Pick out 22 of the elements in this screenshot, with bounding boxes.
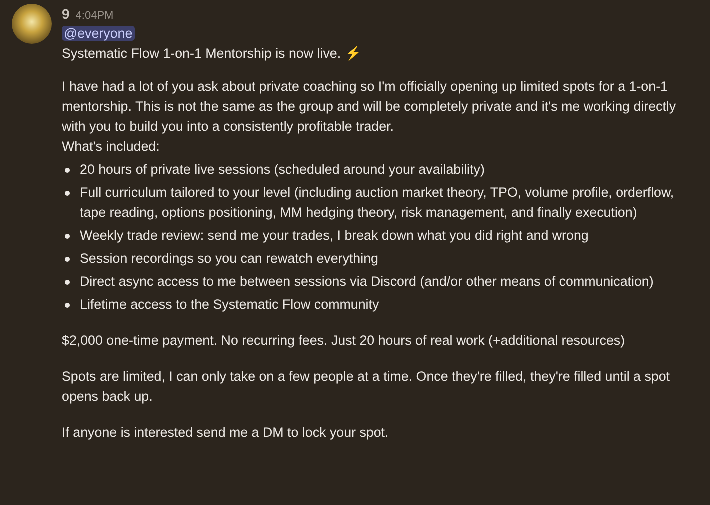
message-text: I have had a lot of you ask about private coaching so I'm officially opening up limited spots for a 1-on-1 mentorship. This is not the same as the group and will be completely private and it's me working directly with you to build you into a consistently profitable trader. bbox=[62, 78, 678, 136]
message-text: Systematic Flow 1-on-1 Mentorship is now live. ⚡ bbox=[62, 45, 363, 63]
bullet-icon bbox=[65, 234, 70, 239]
mention-tag[interactable]: @everyone bbox=[62, 26, 135, 41]
message-text: Spots are limited, I can only take on a few people at a time. Once they're filled, they're filled until a spot opens back up. bbox=[62, 368, 672, 406]
bullet-icon bbox=[65, 303, 70, 308]
list-item-text: Session recordings so you can rewatch everything bbox=[80, 250, 378, 268]
avatar-icon[interactable] bbox=[12, 4, 52, 44]
list-item-text: Lifetime access to the Systematic Flow community bbox=[80, 296, 380, 314]
list-item-text: Weekly trade review: send me your trades, I break down what you did right and wrong bbox=[80, 227, 589, 245]
list-item-text: Full curriculum tailored to your level (including auction market theory, TPO, volume profile, orderflow, tape reading, options positioning, MM hedging theory, risk management, and finally execution) bbox=[80, 184, 676, 222]
list-item-text: Direct async access to me between sessions via Discord (and/or other means of communication) bbox=[80, 273, 654, 291]
message-text: $2,000 one-time payment. No recurring fees. Just 20 hours of real work (+additional resources) bbox=[62, 332, 626, 350]
author-name[interactable]: 9 bbox=[62, 4, 70, 24]
bullet-icon bbox=[65, 168, 70, 173]
message-text: If anyone is interested send me a DM to lock your spot. bbox=[62, 424, 390, 442]
timestamp: 4:04PM bbox=[76, 9, 114, 24]
bullet-icon bbox=[65, 191, 70, 196]
bullet-icon bbox=[65, 280, 70, 285]
list-item-text: 20 hours of private live sessions (scheduled around your availability) bbox=[80, 161, 485, 179]
list-heading: What's included: bbox=[62, 138, 161, 156]
bullet-icon bbox=[65, 257, 70, 262]
